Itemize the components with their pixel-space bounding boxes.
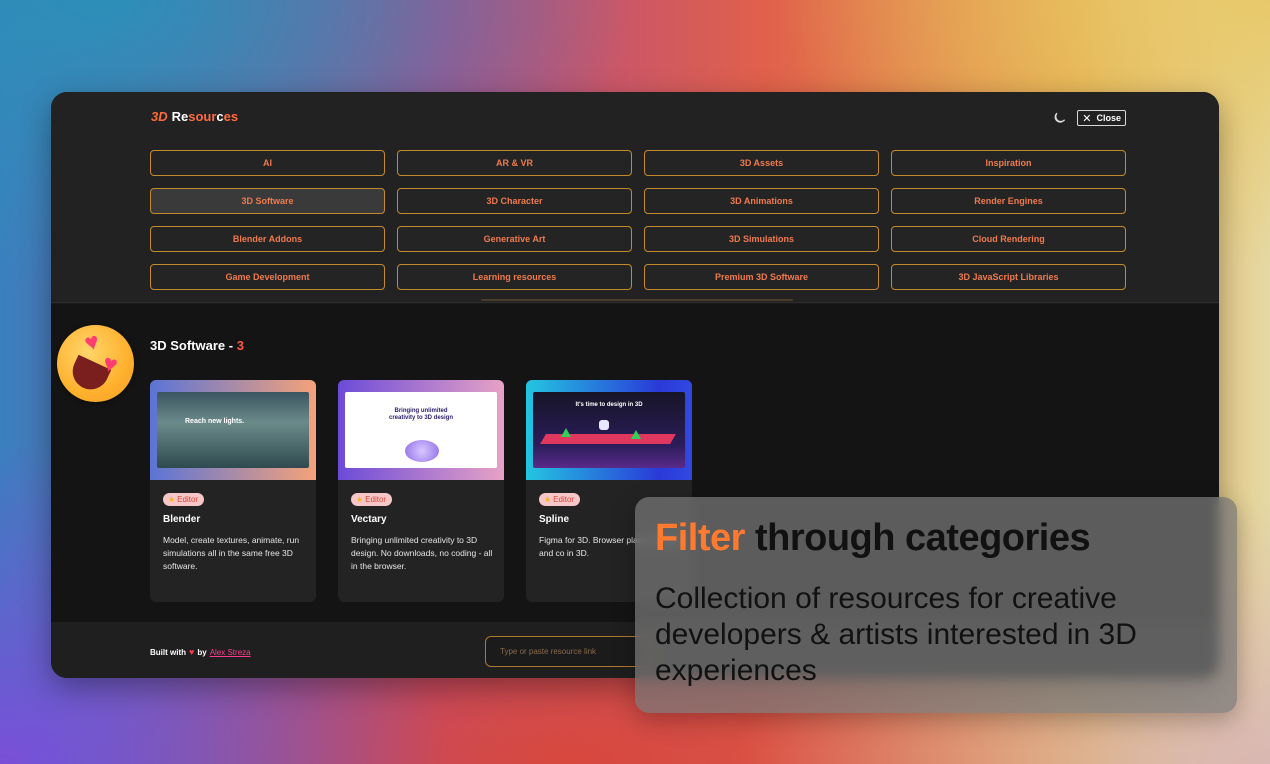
editor-badge: ★ Editor [351, 493, 393, 506]
card-title: Spline [539, 514, 570, 525]
card-thumbnail: It's time to design in 3D [526, 380, 692, 480]
star-icon: ★ [356, 495, 364, 504]
close-button-label: Close [1096, 113, 1121, 123]
card-title: Blender [163, 514, 201, 525]
section-count: 3 [236, 338, 244, 353]
category-button[interactable]: AI [150, 150, 385, 176]
category-button[interactable]: 3D Character [397, 188, 632, 214]
author-link[interactable]: Alex Streza [210, 648, 251, 657]
category-button[interactable]: Cloud Rendering [891, 226, 1126, 252]
heart-icon: ♥ [189, 647, 195, 657]
overlay-subtitle: Collection of resources for creative dev… [655, 582, 1137, 687]
section-title: 3D Software - 3 [150, 338, 244, 353]
category-button[interactable]: 3D Animations [644, 188, 879, 214]
editor-badge: ★ Editor [539, 493, 581, 506]
editor-badge: ★ Editor [163, 493, 205, 506]
resource-link-input[interactable]: Type or paste resource link [485, 636, 650, 667]
resource-card[interactable]: Reach new lights. ★ Editor Blender Model,… [150, 380, 316, 602]
category-button[interactable]: 3D Assets [644, 150, 879, 176]
close-button[interactable]: ✕ Close [1077, 110, 1126, 126]
category-button[interactable]: 3D Simulations [644, 226, 879, 252]
card-thumbnail: Bringing unlimited creativity to 3D desi… [338, 380, 504, 480]
header: 3D Resources ✕ Close AI AR & VR 3D Assets I… [51, 92, 1219, 303]
category-button[interactable]: Generative Art [397, 226, 632, 252]
category-button[interactable]: 3D Software [150, 188, 385, 214]
resource-card[interactable]: Bringing unlimited creativity to 3D desi… [338, 380, 504, 602]
star-icon: ★ [544, 495, 552, 504]
category-button[interactable]: Inspiration [891, 150, 1126, 176]
promo-overlay: Filter through categories Collection of … [635, 497, 1237, 713]
logo-text: Resources [171, 109, 239, 124]
card-title: Vectary [351, 514, 387, 525]
category-grid: AI AR & VR 3D Assets Inspiration 3D Software… [150, 150, 1126, 290]
category-button[interactable]: Learning resources [397, 264, 632, 290]
scroll-indicator [481, 299, 793, 301]
category-button[interactable]: Premium 3D Software [644, 264, 879, 290]
card-description: Model, create textures, animate, run sim… [163, 535, 300, 571]
card-list: Reach new lights. ★ Editor Blender Model,… [150, 380, 692, 602]
built-with: Built with ♥ by Alex Streza [150, 647, 251, 657]
category-button[interactable]: Render Engines [891, 188, 1126, 214]
close-icon: ✕ [1082, 112, 1092, 125]
heart-eyes-emoji: ♥ ♥ [57, 325, 134, 402]
category-button[interactable]: Blender Addons [150, 226, 385, 252]
card-screenshot: It's time to design in 3D [533, 392, 685, 468]
moon-icon[interactable] [1053, 111, 1067, 125]
heart-icon: ♥ [81, 327, 103, 358]
card-description: Bringing unlimited creativity to 3D desi… [351, 535, 493, 571]
logo[interactable]: 3D Resources [151, 109, 238, 124]
card-screenshot: Bringing unlimited creativity to 3D desi… [345, 392, 497, 468]
star-icon: ★ [168, 495, 176, 504]
logo-mark: 3D [151, 109, 168, 124]
category-button[interactable]: 3D JavaScript Libraries [891, 264, 1126, 290]
category-button[interactable]: Game Development [150, 264, 385, 290]
card-thumbnail: Reach new lights. [150, 380, 316, 480]
card-screenshot: Reach new lights. [157, 392, 309, 468]
category-button[interactable]: AR & VR [397, 150, 632, 176]
overlay-title: Filter through categories [655, 517, 1091, 559]
header-tools: ✕ Close [1053, 110, 1126, 126]
